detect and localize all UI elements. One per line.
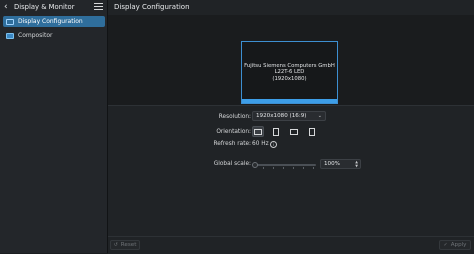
orientation-portrait-button[interactable] [270, 126, 282, 137]
orientation-label: Orientation: [216, 129, 251, 135]
slider-tick [313, 167, 314, 169]
sidebar-item-compositor[interactable]: Compositor [3, 30, 105, 41]
monitor-resolution: (1920x1080) [272, 75, 307, 82]
landscape-icon [254, 128, 262, 135]
slider-tick [283, 167, 284, 169]
portrait-icon [273, 127, 279, 136]
resolution-select[interactable]: 1920x1080 (16:9) ⌄ [252, 111, 326, 121]
settings-form: Resolution: 1920x1080 (16:9) ⌄ Orientati… [108, 106, 474, 236]
reset-button-label: Reset [120, 242, 137, 248]
global-scale-spinbox[interactable]: 100% ▲ ▼ [320, 159, 361, 169]
apply-button-label: Apply [450, 242, 467, 248]
refresh-rate-label: Refresh rate: [213, 141, 251, 147]
landscape-flipped-icon [290, 128, 298, 135]
back-arrow-icon[interactable]: ‹ [4, 2, 13, 12]
monitor-primary-bar [242, 99, 337, 103]
orientation-landscape-flipped-button[interactable] [288, 126, 300, 137]
apply-button[interactable]: ✓ Apply [439, 240, 471, 250]
orientation-portrait-flipped-button[interactable] [306, 126, 318, 137]
slider-tick [293, 167, 294, 169]
sidebar-item-display-configuration[interactable]: Display Configuration [3, 16, 105, 27]
reset-icon: ↺ [113, 242, 118, 248]
global-scale-slider[interactable] [254, 164, 316, 166]
window: ‹ Display & Monitor Display Configuratio… [0, 0, 474, 254]
reset-button[interactable]: ↺ Reset [110, 240, 140, 250]
resolution-value: 1920x1080 (16:9) [256, 113, 307, 119]
chevron-down-icon: ⌄ [317, 113, 322, 119]
compositor-icon [6, 32, 14, 39]
main-header: Display Configuration [108, 0, 474, 15]
spinbox-arrows-icon[interactable]: ▲ ▼ [355, 160, 358, 168]
display-icon [6, 18, 14, 25]
slider-tick [273, 167, 274, 169]
monitor-label: Fujitsu Siemens Computers GmbH L22T-6 LE… [242, 63, 337, 82]
resolution-label: Resolution: [218, 114, 251, 120]
sidebar-item-label: Compositor [18, 32, 53, 39]
footer: ↺ Reset ✓ Apply [108, 236, 474, 254]
sidebar: ‹ Display & Monitor Display Configuratio… [0, 0, 108, 253]
portrait-flipped-icon [309, 127, 315, 136]
orientation-landscape-button[interactable] [252, 126, 264, 137]
global-scale-value: 100% [324, 161, 340, 167]
page-title: Display Configuration [114, 3, 190, 11]
hamburger-menu-icon[interactable] [94, 3, 103, 11]
sidebar-title: Display & Monitor [14, 3, 75, 11]
checkmark-icon: ✓ [443, 242, 448, 248]
sidebar-item-label: Display Configuration [18, 18, 83, 25]
sidebar-header: ‹ Display & Monitor [0, 0, 107, 15]
monitor-output[interactable]: Fujitsu Siemens Computers GmbH L22T-6 LE… [241, 41, 338, 104]
refresh-rate-value: 60 Hz [252, 141, 269, 147]
slider-tick [303, 167, 304, 169]
slider-tick [263, 167, 264, 169]
monitor-preview-area: Fujitsu Siemens Computers GmbH L22T-6 LE… [108, 15, 474, 106]
info-icon[interactable]: i [270, 141, 277, 148]
global-scale-label: Global scale: [213, 161, 251, 167]
global-scale-slider-handle[interactable] [252, 162, 258, 168]
